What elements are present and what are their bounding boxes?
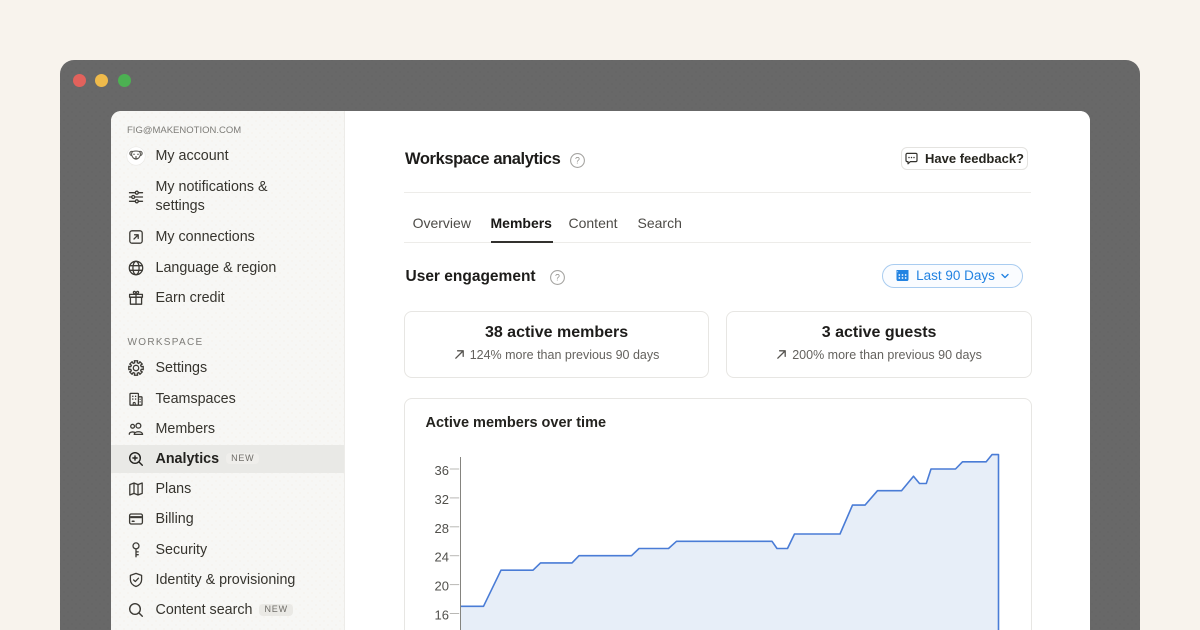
- svg-text:32: 32: [434, 491, 448, 506]
- svg-text:16: 16: [434, 607, 448, 622]
- svg-text:36: 36: [434, 463, 448, 478]
- svg-text:20: 20: [434, 578, 448, 593]
- svg-text:28: 28: [434, 520, 448, 535]
- svg-text:24: 24: [434, 549, 448, 564]
